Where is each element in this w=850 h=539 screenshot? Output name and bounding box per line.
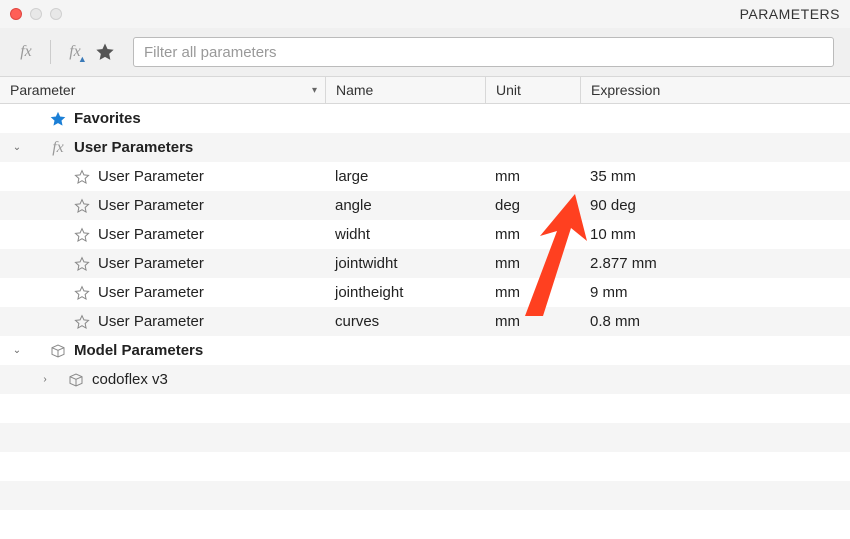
disclosure-right-icon[interactable]: › bbox=[38, 374, 52, 385]
empty-row bbox=[0, 510, 850, 539]
user-parameters-label: User Parameters bbox=[74, 139, 193, 156]
favorite-toggle-icon[interactable] bbox=[72, 314, 92, 330]
sort-indicator-icon: ▾ bbox=[312, 85, 317, 96]
empty-row bbox=[0, 423, 850, 452]
parameter-type-label: User Parameter bbox=[98, 168, 204, 185]
filter-input[interactable] bbox=[133, 37, 834, 67]
favorite-star-icon[interactable] bbox=[95, 42, 115, 62]
parameter-type-label: User Parameter bbox=[98, 313, 204, 330]
toolbar: fx fx▲ bbox=[0, 28, 850, 76]
favorites-label: Favorites bbox=[74, 110, 141, 127]
parameter-unit: mm bbox=[495, 313, 520, 330]
tree-row-model-child[interactable]: › codoflex v3 bbox=[0, 365, 850, 394]
user-parameter-icon[interactable]: fx▲ bbox=[65, 42, 85, 62]
column-header-parameter[interactable]: Parameter ▾ bbox=[0, 82, 325, 98]
parameter-name: curves bbox=[335, 313, 379, 330]
parameter-expression: 10 mm bbox=[590, 226, 636, 243]
favorite-toggle-icon[interactable] bbox=[72, 285, 92, 301]
favorites-star-icon bbox=[48, 111, 68, 127]
tree-row-model-parameters[interactable]: ⌄ Model Parameters bbox=[0, 336, 850, 365]
minimize-window-button[interactable] bbox=[30, 8, 42, 20]
parameter-type-label: User Parameter bbox=[98, 226, 204, 243]
parameter-type-label: User Parameter bbox=[98, 255, 204, 272]
column-header-name[interactable]: Name bbox=[325, 77, 485, 103]
parameter-expression: 90 deg bbox=[590, 197, 636, 214]
empty-row bbox=[0, 394, 850, 423]
model-parameters-label: Model Parameters bbox=[74, 342, 203, 359]
fx-icon: fx bbox=[48, 139, 68, 157]
window-titlebar: PARAMETERS bbox=[0, 0, 850, 28]
parameter-expression: 9 mm bbox=[590, 284, 628, 301]
table-header: Parameter ▾ Name Unit Expression bbox=[0, 76, 850, 104]
disclosure-down-icon[interactable]: ⌄ bbox=[10, 142, 24, 153]
parameter-row[interactable]: ▸User Parameterwidhtmm10 mm bbox=[0, 220, 850, 249]
parameter-expression: 2.877 mm bbox=[590, 255, 657, 272]
parameter-row[interactable]: ▸User Parameterjointwidhtmm2.877 mm bbox=[0, 249, 850, 278]
favorite-toggle-icon[interactable] bbox=[72, 256, 92, 272]
parameter-name: widht bbox=[335, 226, 370, 243]
parameter-unit: mm bbox=[495, 255, 520, 272]
parameter-row[interactable]: ▸User Parameterjointheightmm9 mm bbox=[0, 278, 850, 307]
column-header-parameter-label: Parameter bbox=[10, 82, 75, 98]
parameter-type-label: User Parameter bbox=[98, 284, 204, 301]
favorite-toggle-icon[interactable] bbox=[72, 227, 92, 243]
parameter-name: angle bbox=[335, 197, 372, 214]
parameter-unit: mm bbox=[495, 226, 520, 243]
model-child-label: codoflex v3 bbox=[92, 371, 168, 388]
favorite-toggle-icon[interactable] bbox=[72, 169, 92, 185]
parameter-tree: ▸ Favorites ⌄ fx User Parameters ▸User P… bbox=[0, 104, 850, 539]
column-header-unit[interactable]: Unit bbox=[485, 77, 580, 103]
component-icon bbox=[66, 372, 86, 388]
cube-icon bbox=[48, 343, 68, 359]
parameter-expression: 35 mm bbox=[590, 168, 636, 185]
parameter-name: jointheight bbox=[335, 284, 403, 301]
parameter-type-label: User Parameter bbox=[98, 197, 204, 214]
empty-row bbox=[0, 452, 850, 481]
tree-row-user-parameters[interactable]: ⌄ fx User Parameters bbox=[0, 133, 850, 162]
window-title: PARAMETERS bbox=[740, 6, 840, 22]
add-parameter-icon[interactable]: fx bbox=[16, 42, 36, 62]
parameter-name: jointwidht bbox=[335, 255, 398, 272]
zoom-window-button[interactable] bbox=[50, 8, 62, 20]
parameter-row[interactable]: ▸User Parameterangledeg90 deg bbox=[0, 191, 850, 220]
parameter-row[interactable]: ▸User Parameterlargemm35 mm bbox=[0, 162, 850, 191]
parameter-unit: mm bbox=[495, 168, 520, 185]
column-header-expression[interactable]: Expression bbox=[580, 77, 850, 103]
toolbar-separator bbox=[50, 40, 51, 64]
tree-row-favorites[interactable]: ▸ Favorites bbox=[0, 104, 850, 133]
close-window-button[interactable] bbox=[10, 8, 22, 20]
window-traffic-lights bbox=[10, 8, 62, 20]
parameter-expression: 0.8 mm bbox=[590, 313, 640, 330]
filter-input-container bbox=[133, 37, 834, 67]
empty-row bbox=[0, 481, 850, 510]
disclosure-down-icon[interactable]: ⌄ bbox=[10, 345, 24, 356]
favorite-toggle-icon[interactable] bbox=[72, 198, 92, 214]
parameter-unit: mm bbox=[495, 284, 520, 301]
parameter-unit: deg bbox=[495, 197, 520, 214]
parameter-name: large bbox=[335, 168, 368, 185]
parameter-row[interactable]: ▸User Parametercurvesmm0.8 mm bbox=[0, 307, 850, 336]
